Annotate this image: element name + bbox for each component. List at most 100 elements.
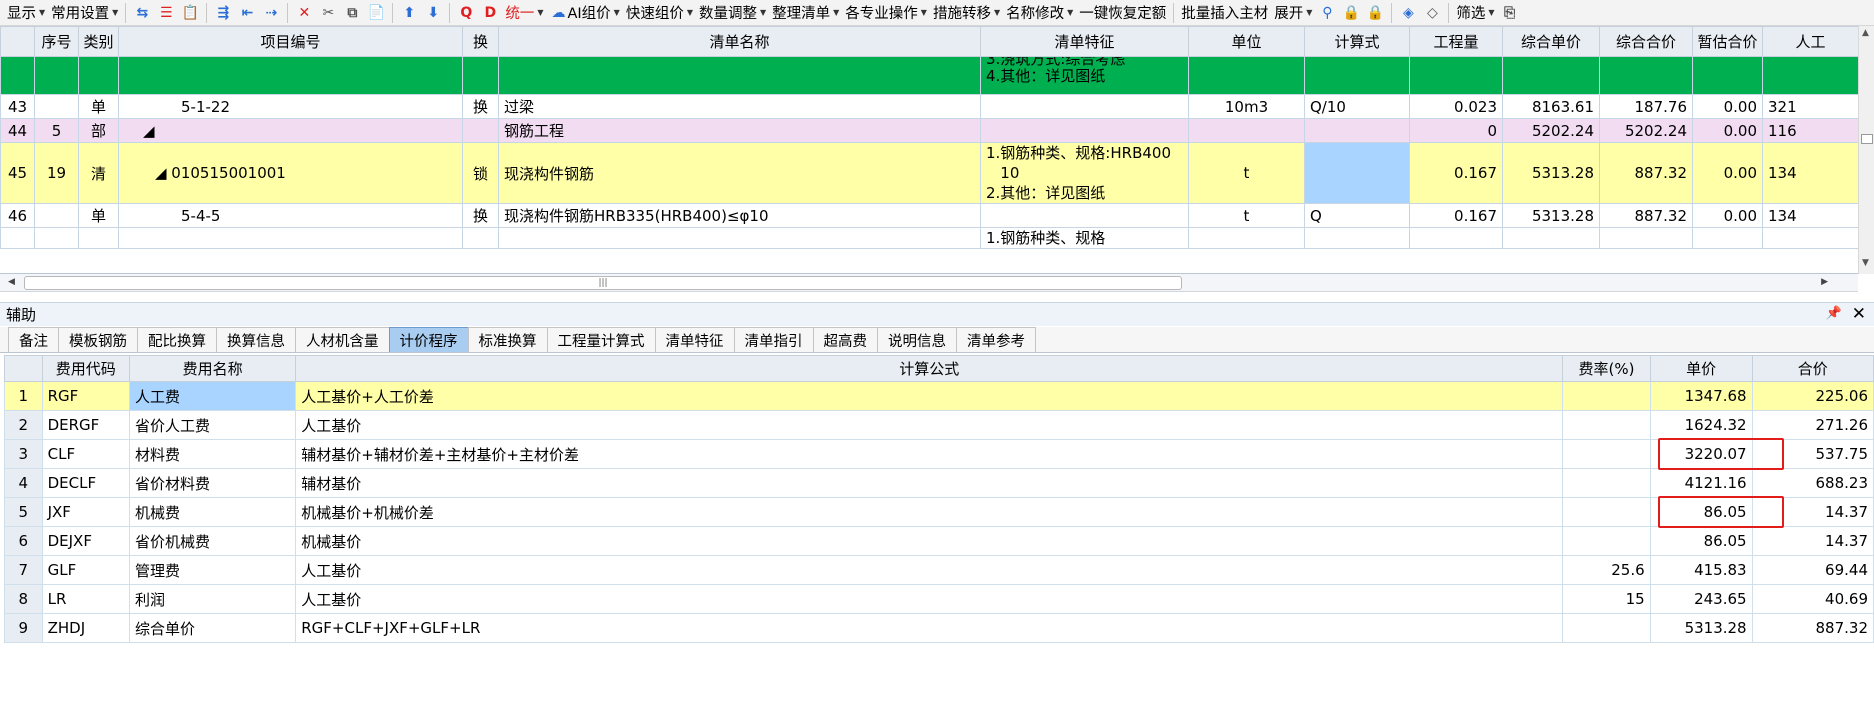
cell-qty[interactable] — [1409, 56, 1503, 95]
vertical-scrollbar[interactable]: ▲ ▼ — [1858, 26, 1874, 274]
cell-total[interactable] — [1599, 56, 1693, 95]
procedure-row[interactable]: 1 RGF 人工费 人工基价+人工价差 1347.68 225.06 — [4, 381, 1874, 411]
column-header-3[interactable]: 项目编号 — [118, 26, 463, 57]
cell-formula[interactable]: 辅材基价 — [295, 468, 1564, 498]
cell-total[interactable]: 887.32 — [1599, 142, 1693, 204]
toolbar-menu-32[interactable]: 展开 ▼ — [1271, 1, 1315, 25]
column-header-0[interactable] — [4, 355, 43, 382]
cell-feature[interactable] — [980, 94, 1189, 119]
cell-rate[interactable]: 15 — [1562, 584, 1651, 614]
cell-price[interactable]: 5202.24 — [1502, 118, 1600, 143]
cell-unit[interactable]: 86.05 — [1649, 526, 1753, 556]
cell-rate[interactable] — [1562, 497, 1651, 527]
cell-name[interactable]: 省价机械费 — [128, 526, 297, 556]
toolbar-menu-27[interactable]: 措施转移 ▼ — [930, 1, 1003, 25]
column-header-5[interactable]: 清单名称 — [498, 26, 981, 57]
column-header-0[interactable] — [0, 26, 35, 57]
cell-unit[interactable]: 1347.68 — [1649, 381, 1753, 411]
lock-all-icon[interactable]: 🔒 — [1364, 2, 1386, 24]
cell-name[interactable]: 利润 — [128, 584, 297, 614]
cell-labor[interactable]: 134 — [1762, 203, 1858, 228]
column-header-2[interactable]: 费用名称 — [128, 355, 297, 382]
cell-feature[interactable]: 3.浇筑方式:综合考虑 4.其他：详见图纸 — [980, 56, 1189, 95]
cell-seq[interactable]: 19 — [34, 142, 79, 204]
cell-code[interactable]: ZHDJ — [41, 613, 130, 643]
toolbar-menu-24[interactable]: 数量调整 ▼ — [696, 1, 769, 25]
cell-qty[interactable]: 0.167 — [1409, 142, 1503, 204]
cell-price[interactable]: 5313.28 — [1502, 203, 1600, 228]
copy-icon[interactable]: ⧉ — [341, 2, 363, 24]
cell-cat[interactable]: 单 — [78, 203, 119, 228]
cell-huan[interactable]: 换 — [462, 203, 499, 228]
cell-code[interactable] — [118, 56, 463, 95]
cell-total[interactable]: 887.32 — [1599, 203, 1693, 228]
cell-rate[interactable] — [1562, 613, 1651, 643]
column-header-5[interactable]: 单价 — [1649, 355, 1753, 382]
cell-name[interactable] — [498, 227, 981, 249]
tab-0[interactable]: 备注 — [8, 327, 59, 352]
table-row[interactable]: 43 单 5-1-22 换过梁 10m3 Q/10 0.023 8163.61 187.76 0.… — [0, 94, 1858, 119]
cell-unit[interactable]: 4121.16 — [1649, 468, 1753, 498]
cell-est[interactable]: 0.00 — [1692, 142, 1763, 204]
tab-11[interactable]: 说明信息 — [877, 327, 957, 352]
cell-name[interactable]: 管理费 — [128, 555, 297, 585]
cell-formula[interactable]: 人工基价+人工价差 — [295, 381, 1564, 411]
cell-cat[interactable] — [78, 227, 119, 249]
cell-formula[interactable]: RGF+CLF+JXF+GLF+LR — [295, 613, 1564, 643]
column-header-10[interactable]: 综合单价 — [1502, 26, 1600, 57]
cell-qty[interactable]: 0.167 — [1409, 203, 1503, 228]
procedure-row[interactable]: 3 CLF 材料费 辅材基价+辅材价差+主材基价+主材价差 3220.07 537.75 — [4, 439, 1874, 469]
cell-code[interactable]: 5-1-22 — [118, 94, 463, 119]
cell-huan[interactable] — [462, 56, 499, 95]
cell-total[interactable] — [1599, 227, 1693, 249]
clipboard-icon[interactable]: 📋 — [179, 2, 201, 24]
cell-code[interactable]: GLF — [41, 555, 130, 585]
column-header-1[interactable]: 费用代码 — [41, 355, 130, 382]
procedure-row[interactable]: 9 ZHDJ 综合单价 RGF+CLF+JXF+GLF+LR 5313.28 887.32 — [4, 613, 1874, 643]
cell-code[interactable]: LR — [41, 584, 130, 614]
cell-est[interactable] — [1692, 227, 1763, 249]
binoculars-icon[interactable]: ⚲ — [1316, 2, 1338, 24]
cell-code[interactable]: ◢ 010515001001 — [118, 142, 463, 204]
cell-unit[interactable]: t — [1188, 142, 1305, 204]
cell-unit[interactable] — [1188, 56, 1305, 95]
tab-9[interactable]: 清单指引 — [733, 327, 814, 352]
cell-code[interactable]: DECLF — [41, 468, 130, 498]
column-header-7[interactable]: 单位 — [1188, 26, 1305, 57]
cell-total[interactable]: 40.69 — [1751, 584, 1874, 614]
cut-icon[interactable]: ✂ — [317, 2, 339, 24]
cell-formula[interactable] — [1304, 142, 1410, 204]
toolbar-menu-40[interactable]: 筛选 ▼ — [1453, 1, 1497, 25]
cell-est[interactable]: 0.00 — [1692, 94, 1763, 119]
procedure-row[interactable]: 6 DEJXF 省价机械费 机械基价 86.05 14.37 — [4, 526, 1874, 556]
cell-feature[interactable]: 1.钢筋种类、规格:HRB400 10 2.其他：详见图纸 — [980, 142, 1189, 204]
cell-rate[interactable] — [1562, 468, 1651, 498]
cell-seq[interactable] — [34, 203, 79, 228]
cell-cat[interactable]: 单 — [78, 94, 119, 119]
cell-labor[interactable] — [1762, 227, 1858, 249]
cell-unit[interactable]: 1624.32 — [1649, 410, 1753, 440]
indent-icon[interactable]: ⇶ — [212, 2, 234, 24]
table-row[interactable]: 3.浇筑方式:综合考虑 4.其他：详见图纸 — [0, 56, 1858, 95]
link-icon[interactable]: ⇢ — [260, 2, 282, 24]
cell-cat[interactable] — [78, 56, 119, 95]
horizontal-scroll-thumb[interactable]: ||| — [24, 276, 1182, 290]
column-header-13[interactable]: 人工 — [1762, 26, 1858, 57]
cell-total[interactable]: 5202.24 — [1599, 118, 1693, 143]
eraser-icon[interactable]: ◇ — [1421, 2, 1443, 24]
cell-price[interactable] — [1502, 227, 1600, 249]
cell-labor[interactable]: 134 — [1762, 142, 1858, 204]
scroll-up-icon[interactable]: ▲ — [1862, 28, 1869, 38]
procedure-row[interactable]: 4 DECLF 省价材料费 辅材基价 4121.16 688.23 — [4, 468, 1874, 498]
tab-4[interactable]: 人材机含量 — [295, 327, 390, 352]
cell-labor[interactable]: 321 — [1762, 94, 1858, 119]
paste-icon[interactable]: 📄 — [365, 2, 387, 24]
cell-seq[interactable] — [34, 56, 79, 95]
cell-name[interactable]: 现浇构件钢筋HRB335(HRB400)≤φ10 — [498, 203, 981, 228]
cell-huan[interactable] — [462, 227, 499, 249]
define-icon[interactable]: D — [479, 2, 501, 24]
procedure-row[interactable]: 8 LR 利润 人工基价 15 243.65 40.69 — [4, 584, 1874, 614]
cell-total[interactable]: 187.76 — [1599, 94, 1693, 119]
cell-rate[interactable] — [1562, 410, 1651, 440]
cell-formula[interactable] — [1304, 227, 1410, 249]
